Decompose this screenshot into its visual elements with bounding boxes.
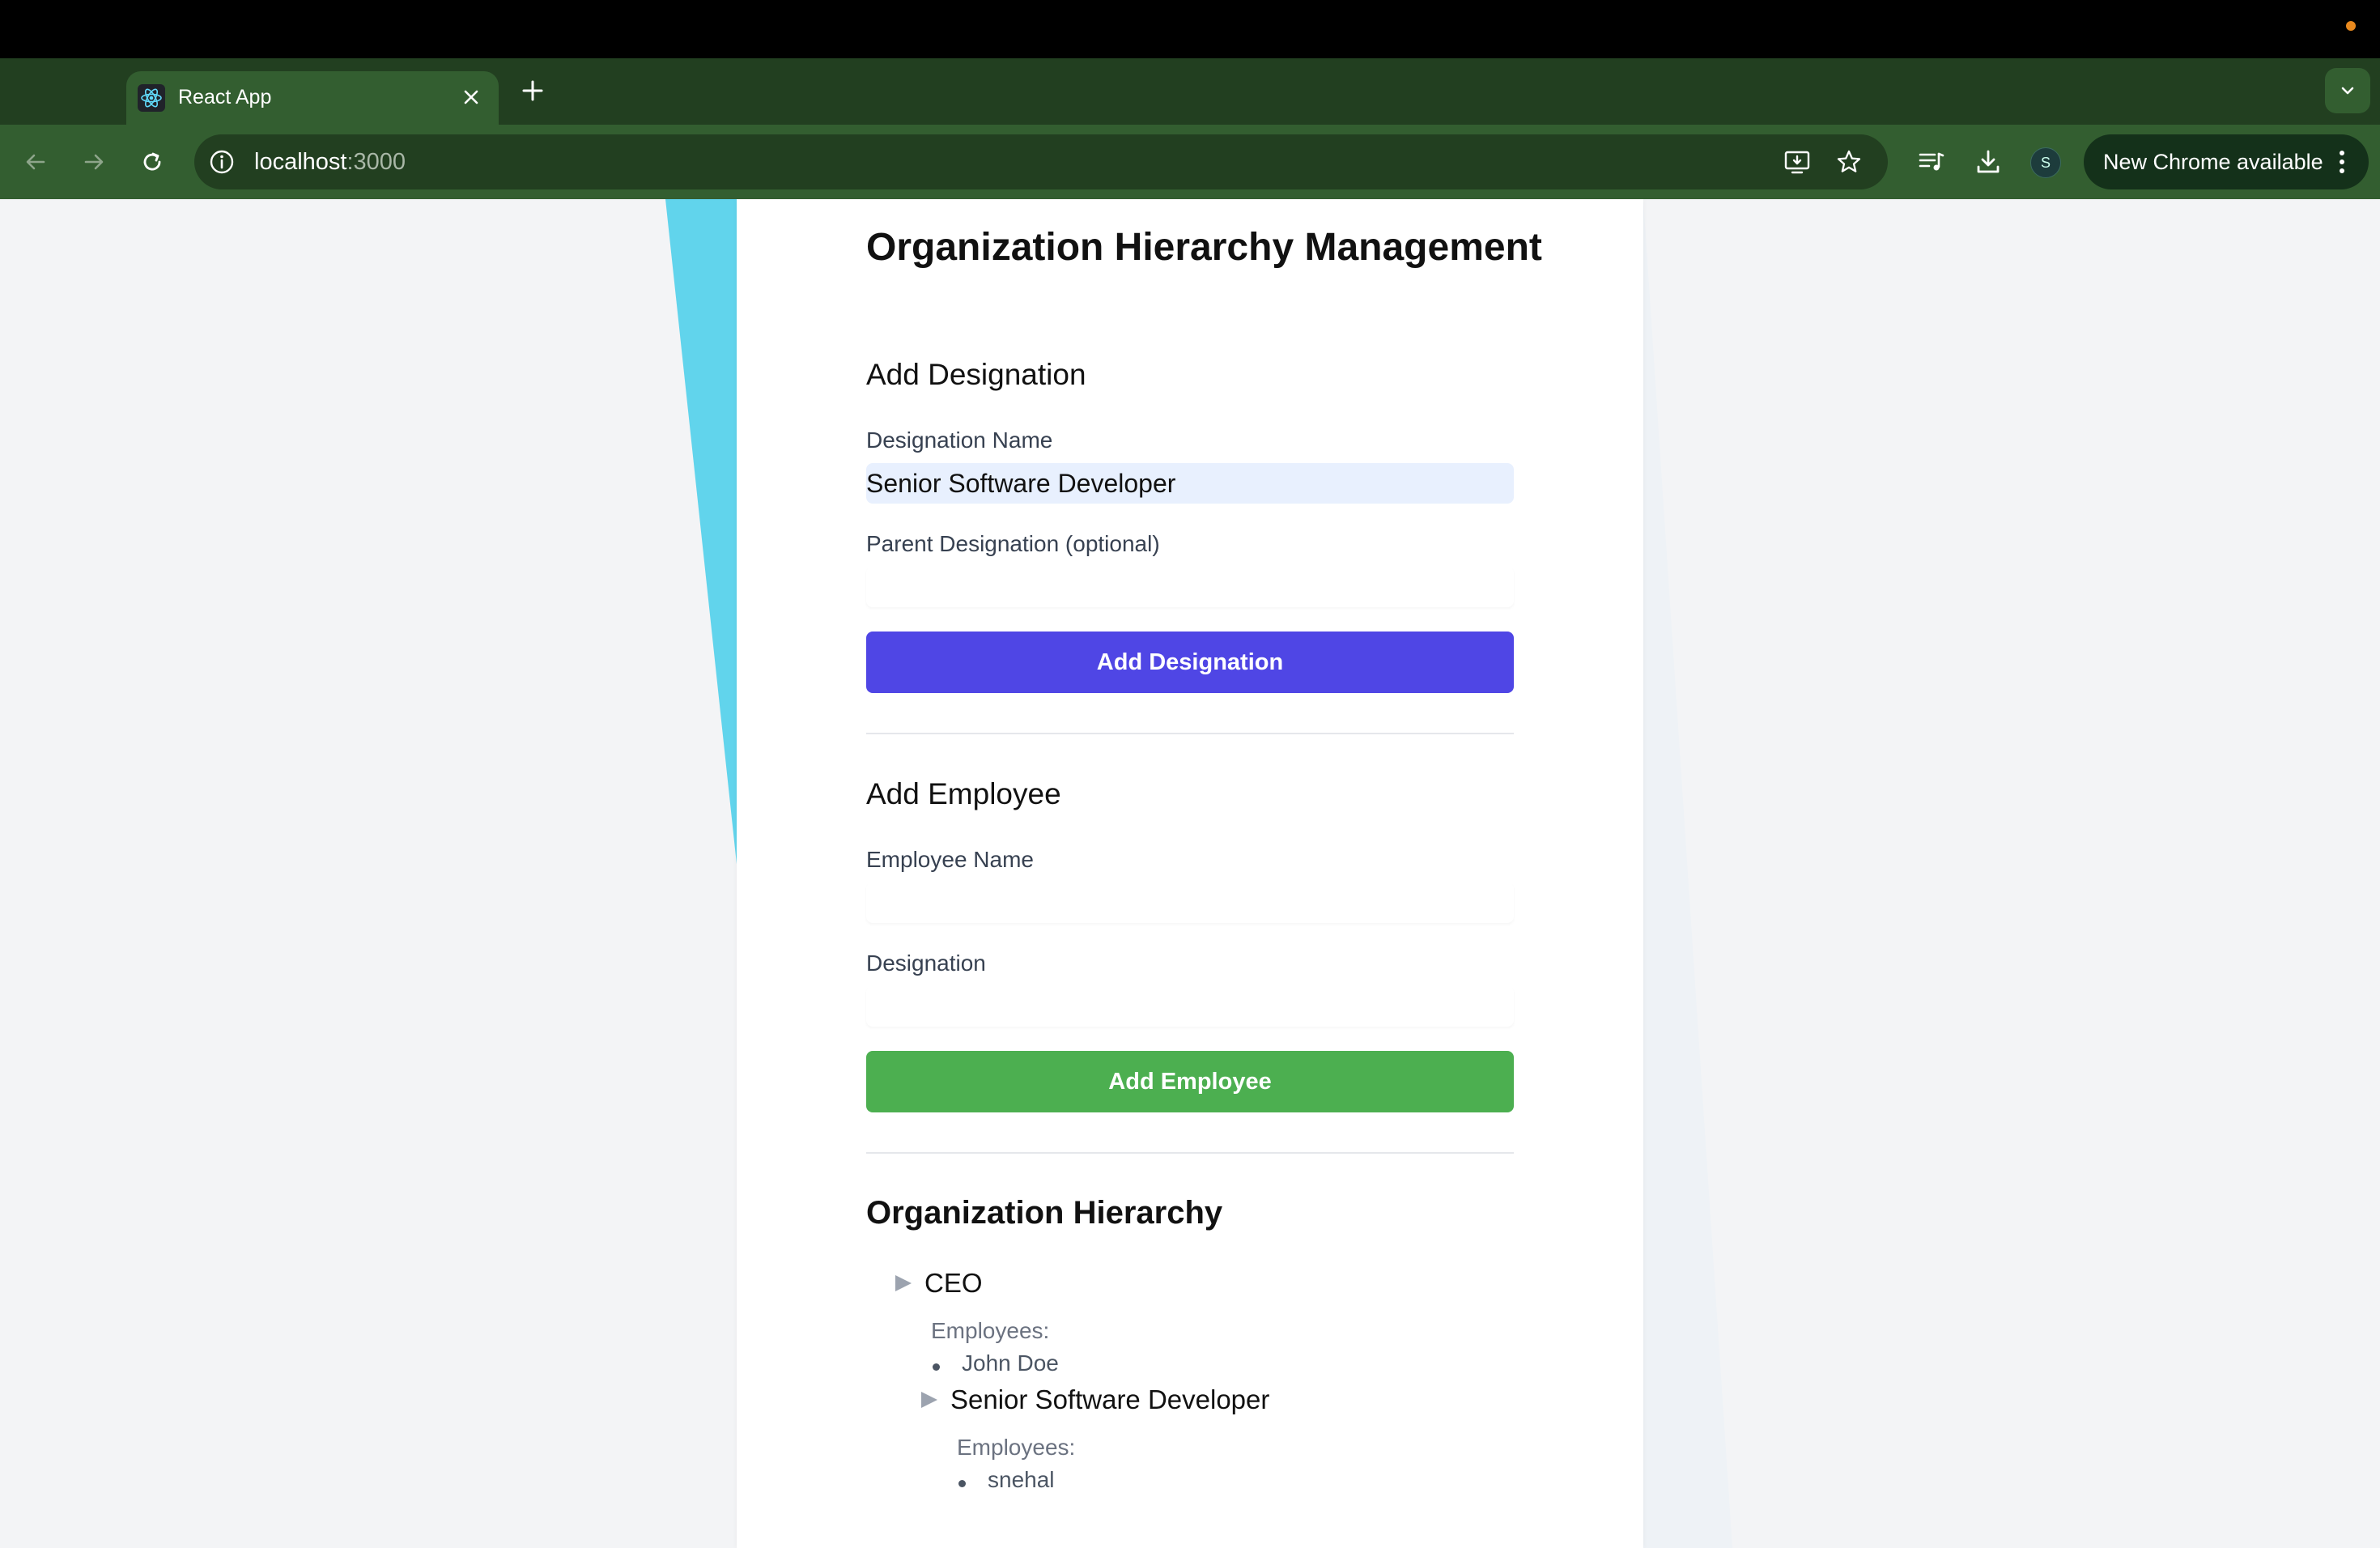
employees-label: Employees:	[931, 1318, 1050, 1343]
reload-icon	[143, 152, 161, 171]
new-chrome-available-button[interactable]: New Chrome available	[2084, 134, 2369, 189]
profile-avatar[interactable]: S	[2030, 147, 2061, 178]
tab-title: React App	[178, 86, 272, 108]
media-controls-icon[interactable]	[1915, 146, 1948, 178]
reload-button[interactable]	[131, 141, 173, 183]
arrow-left-icon	[26, 154, 45, 170]
url-host: localhost	[254, 149, 347, 175]
employee-item: snehal	[988, 1467, 1055, 1492]
downloads-icon[interactable]	[1972, 146, 2004, 178]
browser-tab-strip: React App	[0, 58, 2380, 125]
employee-item: John Doe	[962, 1350, 1059, 1376]
employee-designation-input[interactable]	[866, 986, 1514, 1027]
back-button[interactable]	[15, 141, 57, 183]
add-designation-heading: Add Designation	[866, 358, 1086, 391]
expand-triangle-icon[interactable]	[892, 1272, 915, 1295]
address-bar[interactable]: localhost:3000	[194, 134, 1888, 189]
url-port: :3000	[346, 149, 406, 175]
page-title: Organization Hierarchy Management	[866, 226, 1542, 269]
employee-name-label: Employee Name	[866, 847, 1034, 872]
expand-triangle-icon[interactable]	[918, 1389, 941, 1411]
add-designation-button[interactable]: Add Designation	[866, 632, 1514, 693]
close-tab-icon[interactable]	[455, 81, 487, 113]
designation-name-label: Designation Name	[866, 427, 1053, 453]
browser-toolbar: localhost:3000 S New Chrome available	[0, 125, 2380, 199]
add-employee-heading: Add Employee	[866, 777, 1061, 810]
employee-name-input[interactable]	[866, 882, 1514, 923]
tree-node-ceo[interactable]: CEO	[924, 1268, 983, 1299]
forward-button[interactable]	[73, 141, 115, 183]
chevron-down-icon	[2341, 87, 2354, 95]
designation-name-input[interactable]	[866, 463, 1514, 504]
employee-designation-label: Designation	[866, 950, 986, 976]
parent-designation-input[interactable]	[866, 567, 1514, 607]
employees-label: Employees:	[957, 1435, 1076, 1460]
list-bullet	[958, 1480, 966, 1487]
site-info-icon[interactable]	[206, 146, 238, 178]
tab-search-button[interactable]	[2325, 68, 2370, 113]
more-vertical-icon	[2340, 151, 2344, 173]
tree-node-senior-software-developer[interactable]: Senior Software Developer	[950, 1384, 1269, 1415]
section-divider	[866, 733, 1514, 734]
bookmark-star-icon[interactable]	[1833, 146, 1865, 178]
organization-hierarchy-heading: Organization Hierarchy	[866, 1195, 1223, 1231]
os-menu-bar	[0, 0, 2380, 58]
url-text[interactable]: localhost:3000	[254, 149, 406, 176]
page-viewport: Organization Hierarchy Management Add De…	[0, 199, 2380, 1548]
react-logo-icon	[138, 84, 165, 112]
section-divider	[866, 1152, 1514, 1154]
new-tab-button[interactable]	[515, 73, 550, 108]
add-employee-button[interactable]: Add Employee	[866, 1051, 1514, 1112]
tab-react-app[interactable]: React App	[126, 71, 499, 125]
list-bullet	[933, 1363, 940, 1371]
install-app-icon[interactable]	[1781, 146, 1813, 178]
arrow-right-icon	[84, 154, 104, 170]
main-card: Organization Hierarchy Management Add De…	[737, 199, 1643, 1548]
parent-designation-label: Parent Designation (optional)	[866, 531, 1160, 556]
recording-indicator-icon	[2346, 21, 2356, 31]
update-label: New Chrome available	[2103, 150, 2323, 174]
